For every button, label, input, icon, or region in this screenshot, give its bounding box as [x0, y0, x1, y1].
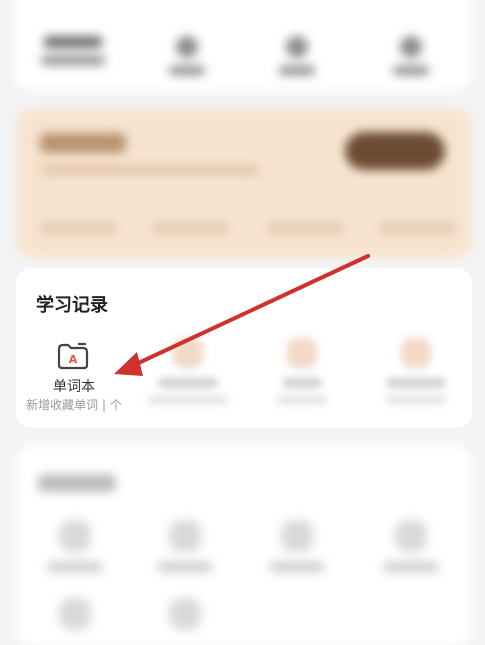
stat-item[interactable] — [262, 36, 332, 75]
banner-title-placeholder — [40, 133, 126, 153]
tool-item[interactable] — [40, 520, 110, 572]
stat-item[interactable] — [376, 36, 446, 75]
banner-subtitle-placeholder — [40, 165, 260, 175]
record-item[interactable] — [366, 338, 466, 404]
record-item[interactable] — [252, 338, 352, 404]
banner-button[interactable] — [345, 132, 445, 170]
perk-item — [266, 222, 344, 234]
stat-item[interactable] — [38, 36, 108, 65]
member-banner[interactable] — [16, 108, 472, 258]
tools-title-placeholder — [38, 474, 116, 492]
perk-item — [40, 222, 118, 234]
tool-item[interactable] — [262, 520, 332, 572]
record-item[interactable] — [138, 338, 238, 404]
word-notebook-entry[interactable]: A 单词本 新增收藏单词 | 个 — [18, 336, 130, 416]
notebook-label: 单词本 — [53, 379, 95, 395]
tool-item[interactable] — [150, 598, 220, 640]
svg-text:A: A — [69, 353, 78, 366]
perk-item — [378, 222, 456, 234]
tool-item[interactable] — [40, 598, 110, 640]
perk-item — [152, 222, 230, 234]
notebook-count-text: 新增收藏单词 | 个 — [26, 398, 122, 412]
tool-item[interactable] — [376, 520, 446, 572]
word-book-icon: A — [57, 342, 89, 370]
stat-item[interactable] — [152, 36, 222, 75]
section-title: 学习记录 — [36, 295, 108, 316]
tool-item[interactable] — [150, 520, 220, 572]
